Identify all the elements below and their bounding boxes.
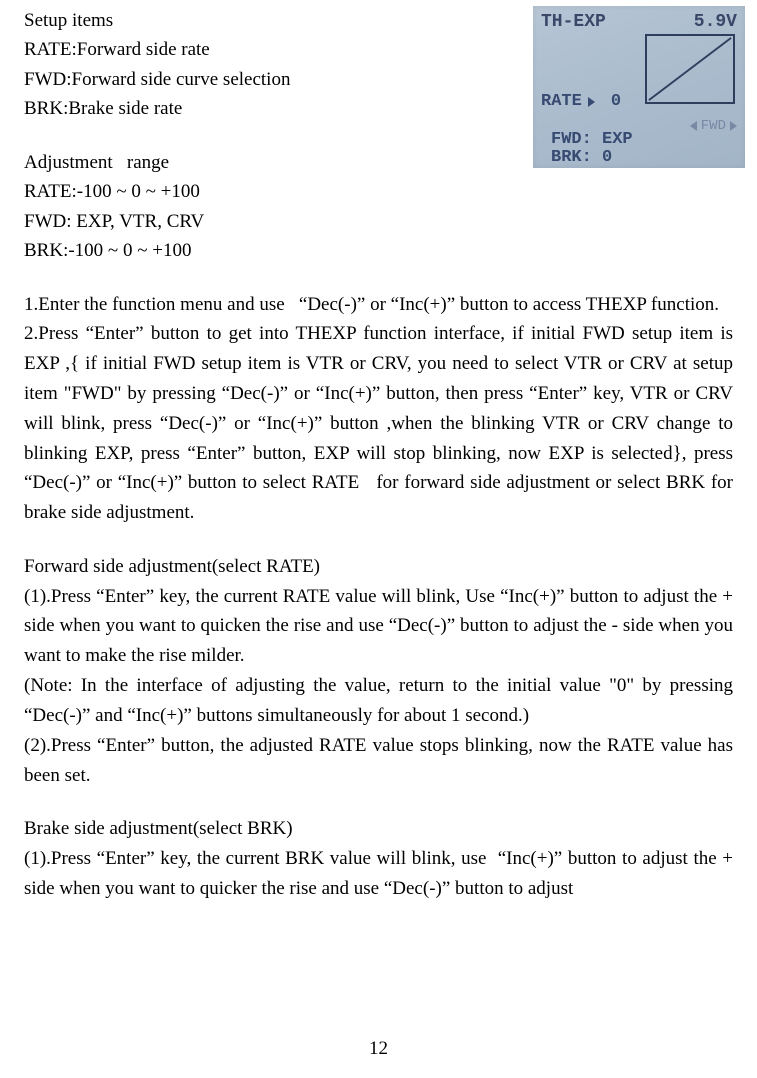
lcd-rate-label: RATE	[541, 92, 582, 111]
step-1: 1.Enter the function menu and use “Dec(-…	[24, 290, 733, 320]
forward-adj-p1: (1).Press “Enter” key, the current RATE …	[24, 582, 733, 671]
lcd-brk-row: BRK: 0	[551, 148, 612, 167]
forward-adj-note: (Note: In the interface of adjusting the…	[24, 671, 733, 731]
triangle-right-icon	[588, 97, 595, 107]
forward-adj-title: Forward side adjustment(select RATE)	[24, 552, 733, 581]
lcd-rate-row: RATE 0	[541, 92, 621, 111]
lcd-rate-value: 0	[611, 92, 621, 111]
forward-adj-p2: (2).Press “Enter” button, the adjusted R…	[24, 731, 733, 791]
lcd-graph	[645, 34, 735, 104]
brake-adj-p1: (1).Press “Enter” key, the current BRK v…	[24, 844, 733, 904]
lcd-header: TH-EXP 5.9V	[541, 12, 737, 32]
lcd-hint-text: FWD	[701, 118, 726, 134]
adjustment-rate: RATE:-100 ~ 0 ~ +100	[24, 177, 504, 206]
lcd-title: TH-EXP	[541, 12, 606, 32]
arrow-right-icon	[730, 121, 737, 131]
adjustment-fwd: FWD: EXP, VTR, CRV	[24, 207, 504, 236]
lcd-fwd-row: FWD: EXP	[551, 130, 633, 149]
step-2: 2.Press “Enter” button to get into THEXP…	[24, 319, 733, 528]
lcd-screenshot: TH-EXP 5.9V RATE 0 FWD FWD: EXP BRK: 0	[533, 6, 745, 168]
setup-rate: RATE:Forward side rate	[24, 35, 504, 64]
setup-items-header: Setup items	[24, 6, 504, 35]
arrow-left-icon	[690, 121, 697, 131]
adjustment-brk: BRK:-100 ~ 0 ~ +100	[24, 236, 504, 265]
lcd-fwd-hint: FWD	[690, 118, 737, 134]
setup-brk: BRK:Brake side rate	[24, 94, 504, 123]
page-number: 12	[0, 1038, 757, 1060]
adjustment-header: Adjustment range	[24, 148, 504, 177]
brake-adj-title: Brake side adjustment(select BRK)	[24, 814, 733, 843]
lcd-voltage: 5.9V	[694, 12, 737, 32]
setup-fwd: FWD:Forward side curve selection	[24, 65, 504, 94]
